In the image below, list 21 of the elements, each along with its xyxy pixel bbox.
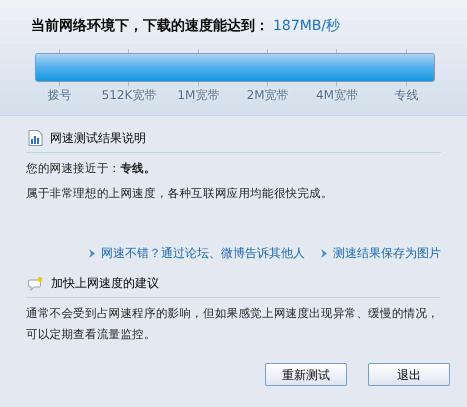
chart-icon bbox=[28, 130, 43, 146]
chevron-icon bbox=[321, 248, 327, 258]
dialog-button[interactable]: 重新测试 bbox=[265, 363, 347, 386]
share-link[interactable]: 测速结果保存为图片 bbox=[321, 244, 441, 262]
speed-value: 187MB/秒 bbox=[273, 17, 340, 36]
share-link[interactable]: 网速不错？通过论坛、微博告诉其他人 bbox=[89, 244, 305, 262]
scale-label: 专线 bbox=[394, 87, 418, 104]
description-text: 通常不会受到占网速程序的影响，但如果感觉上网速度出现异常、缓慢的情况，可以定期查看流量监控。 bbox=[26, 305, 440, 343]
scale-label: 2M宽带 bbox=[246, 87, 289, 104]
scale-label: 拨号 bbox=[48, 87, 72, 104]
scale-label: 4M宽带 bbox=[316, 87, 358, 104]
section-title: 加快上网速度的建议 bbox=[51, 275, 159, 292]
headline: 当前网络环境下，下载的速度能达到： bbox=[31, 16, 269, 36]
description-text: 属于非常理想的上网速度，各种互联网应用均能很快完成。 bbox=[26, 185, 334, 202]
chevron-icon bbox=[89, 248, 95, 258]
speech-bubble-icon bbox=[28, 276, 44, 290]
description-text: 您的网速接近于：专线。 bbox=[26, 160, 157, 177]
dialog-button[interactable]: 退出 bbox=[368, 363, 450, 386]
section-title: 网速测试结果说明 bbox=[50, 130, 146, 147]
scale-label: 1M宽带 bbox=[177, 87, 220, 104]
scale-label: 512K宽带 bbox=[102, 87, 156, 104]
